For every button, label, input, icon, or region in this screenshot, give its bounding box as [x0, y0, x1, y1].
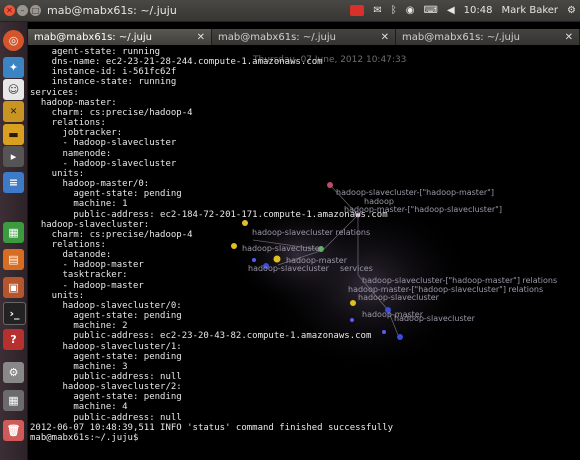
- help-icon[interactable]: ?: [3, 329, 24, 350]
- close-tab-icon[interactable]: ✕: [565, 32, 573, 43]
- mail-icon[interactable]: ✉: [373, 5, 381, 16]
- tab-label: mab@mabx61s: ~/.juju: [402, 31, 520, 43]
- terminal-line: agent-state: pending: [30, 189, 182, 200]
- terminal-line: machine: 4: [30, 402, 128, 413]
- terminal-line: public-address: null: [30, 412, 182, 423]
- ubuntu-dash-icon[interactable]: ◎: [3, 30, 24, 51]
- terminal-line: hadoop-master/0:: [30, 179, 150, 190]
- bird-icon[interactable]: ✦: [3, 57, 24, 78]
- tab-2[interactable]: mab@mabx61s: ~/.juju ✕: [212, 29, 396, 45]
- chat-icon[interactable]: ☺: [3, 79, 24, 100]
- terminal-line: hadoop-slavecluster/0:: [30, 300, 182, 311]
- terminal-line: datanode:: [30, 250, 112, 261]
- tab-label: mab@mabx61s: ~/.juju: [34, 31, 152, 43]
- top-panel: ✕ – □ mab@mabx61s: ~/.juju ✉ ᛒ ◉ ⌨ ◀ 10:…: [0, 0, 580, 22]
- terminal-line: relations:: [30, 118, 106, 129]
- maximize-window-button[interactable]: □: [30, 5, 41, 16]
- terminal-line: - hadoop-master: [30, 260, 144, 271]
- power-icon[interactable]: ⚙: [567, 5, 576, 16]
- launcher: ◎ ✦ ☺ ✕ ▬ ▸ ≡ ▦ ▤ ▣ ›_ ? ⚙ ▦ 🗑: [0, 22, 28, 460]
- clock[interactable]: 10:48: [464, 5, 493, 16]
- document-icon[interactable]: ≡: [3, 172, 24, 193]
- terminal-line: machine: 1: [30, 199, 128, 210]
- terminal-line: agent-state: running: [30, 47, 161, 57]
- presentation-icon[interactable]: ▤: [3, 249, 24, 270]
- close-tab-icon[interactable]: ✕: [381, 32, 389, 43]
- bluetooth-icon[interactable]: ᛒ: [391, 5, 397, 16]
- settings-icon[interactable]: ⚙: [3, 362, 24, 383]
- terminal-line: services:: [30, 87, 79, 98]
- terminal-line: public-address: null: [30, 372, 182, 382]
- terminal-line: - hadoop-slavecluster: [30, 138, 177, 149]
- keyboard-icon[interactable]: ⌨: [424, 5, 438, 16]
- terminal-line: dns-name: ec2-23-21-28-244.compute-1.ama…: [30, 57, 323, 68]
- spreadsheet-icon[interactable]: ▦: [3, 222, 24, 243]
- close-tab-icon[interactable]: ✕: [197, 32, 205, 43]
- volume-icon[interactable]: ◀: [447, 5, 455, 16]
- burn-icon[interactable]: ✕: [3, 101, 24, 122]
- folder-icon[interactable]: ▬: [3, 124, 24, 145]
- terminal-line: charm: cs:precise/hadoop-4: [30, 229, 193, 240]
- window-controls: ✕ – □: [4, 5, 41, 16]
- terminal-line: charm: cs:precise/hadoop-4: [30, 107, 193, 118]
- terminal-line: mab@mabx61s:~/.juju$: [30, 432, 139, 443]
- workspace-icon[interactable]: ▦: [3, 390, 24, 411]
- graph-label: hadoop-slavecluster: [394, 314, 476, 323]
- tab-label: mab@mabx61s: ~/.juju: [218, 31, 336, 43]
- terminal-line: instance-state: running: [30, 77, 177, 88]
- wifi-icon[interactable]: ◉: [406, 5, 415, 16]
- terminal-line: - hadoop-master: [30, 280, 144, 291]
- trash-icon[interactable]: 🗑: [3, 420, 24, 441]
- terminal-line: 2012-06-07 10:48:39,511 INFO 'status' co…: [30, 422, 394, 433]
- terminal-line: hadoop-slavecluster:: [30, 219, 150, 230]
- close-window-button[interactable]: ✕: [4, 5, 15, 16]
- terminal-line: relations:: [30, 239, 106, 250]
- terminal-view[interactable]: hadoop-slavecluster-["hadoop-master"] ha…: [28, 45, 580, 460]
- terminal-line: units:: [30, 168, 85, 179]
- terminal-line: agent-state: pending: [30, 351, 182, 362]
- notification-icon[interactable]: [350, 5, 365, 16]
- gift-icon[interactable]: ▣: [3, 277, 24, 298]
- terminal-line: public-address: ec2-184-72-201-171.compu…: [30, 209, 388, 220]
- terminal-line: agent-state: pending: [30, 311, 182, 322]
- terminal-line: hadoop-slavecluster/1:: [30, 341, 182, 352]
- terminal-tabs: mab@mabx61s: ~/.juju ✕ mab@mabx61s: ~/.j…: [28, 29, 580, 45]
- terminal-line: agent-state: pending: [30, 392, 182, 403]
- terminal-line: - hadoop-slavecluster: [30, 158, 177, 169]
- terminal-line: jobtracker:: [30, 128, 123, 139]
- indicator-area: ✉ ᛒ ◉ ⌨ ◀ 10:48 Mark Baker ⚙: [350, 0, 576, 21]
- terminal-line: machine: 3: [30, 361, 128, 372]
- window-title: mab@mabx61s: ~/.juju: [47, 4, 177, 17]
- terminal-line: namenode:: [30, 148, 112, 159]
- terminal-line: public-address: ec2-23-20-43-82.compute-…: [30, 331, 372, 342]
- user-menu[interactable]: Mark Baker: [502, 5, 559, 16]
- tab-3[interactable]: mab@mabx61s: ~/.juju ✕: [396, 29, 580, 45]
- minimize-window-button[interactable]: –: [17, 5, 28, 16]
- terminal-line: hadoop-slavecluster/2:: [30, 382, 182, 393]
- terminal-output: agent-state: running dns-name: ec2-23-21…: [30, 47, 393, 443]
- terminal-line: hadoop-master:: [30, 97, 117, 108]
- terminal-line: units:: [30, 290, 85, 301]
- terminal-line: machine: 2: [30, 321, 128, 332]
- media-icon[interactable]: ▸: [3, 146, 24, 167]
- terminal-icon[interactable]: ›_: [3, 302, 26, 325]
- tab-1[interactable]: mab@mabx61s: ~/.juju ✕: [28, 29, 212, 45]
- terminal-line: instance-id: i-561fc62f: [30, 67, 177, 78]
- terminal-line: tasktracker:: [30, 270, 128, 281]
